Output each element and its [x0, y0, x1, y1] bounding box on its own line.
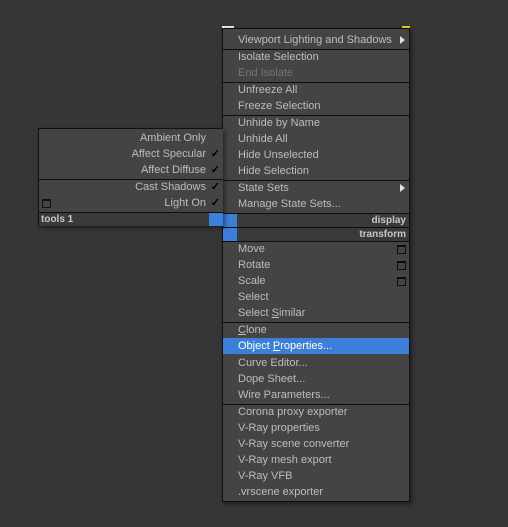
menu-item-isolate-selection[interactable]: Isolate Selection	[223, 49, 409, 65]
menu-item-label: Clone	[238, 324, 267, 336]
options-box-icon[interactable]	[397, 261, 406, 270]
menu-item-wire-parameters[interactable]: Wire Parameters...	[223, 387, 409, 403]
menu-item-manage-state-sets[interactable]: Manage State Sets...	[223, 196, 409, 212]
menu-item-affect-diffuse[interactable]: Affect Diffuse ✓	[39, 162, 223, 178]
menu-item-hide-selection[interactable]: Hide Selection	[223, 163, 409, 179]
menu-item-label: Object Properties...	[238, 340, 333, 352]
viewport-background: { "right_menu": { "groups": [ [ {"label"…	[0, 0, 508, 527]
menu-item-vray-properties[interactable]: V-Ray properties	[223, 420, 409, 436]
menu-item-label: Unhide All	[238, 133, 288, 145]
menu-item-label: Light On	[164, 197, 206, 209]
menu-item-corona-proxy-exporter[interactable]: Corona proxy exporter	[223, 404, 409, 420]
menu-item-light-on[interactable]: Light On ✓	[39, 195, 223, 211]
menu-item-label: Corona proxy exporter	[238, 406, 348, 418]
menu-item-label: Affect Specular	[131, 148, 206, 160]
menu-item-label: Affect Diffuse	[140, 164, 206, 176]
menu-item-label: V-Ray mesh export	[238, 454, 332, 466]
menu-item-label: Ambient Only	[139, 132, 206, 144]
menu-item-hide-unselected[interactable]: Hide Unselected	[223, 147, 409, 163]
menu-item-label: V-Ray scene converter	[238, 438, 350, 450]
menu-item-label: Freeze Selection	[238, 100, 321, 112]
quad-title-transform[interactable]: transform	[223, 228, 409, 241]
menu-item-label: End Isolate	[238, 67, 294, 79]
accelerator-key: S	[271, 307, 279, 319]
menu-item-viewport-lighting[interactable]: Viewport Lighting and Shadows	[223, 32, 409, 48]
submenu-arrow-icon	[400, 36, 405, 44]
menu-item-label: State Sets	[238, 182, 289, 194]
menu-item-label: Unhide by Name	[238, 117, 320, 129]
menu-item-label: V-Ray properties	[238, 422, 320, 434]
menu-item-cast-shadows[interactable]: Cast Shadows ✓	[39, 179, 223, 195]
quad-title-label: display	[371, 215, 406, 226]
menu-item-object-properties[interactable]: Object Properties...	[223, 338, 409, 354]
accelerator-key: C	[238, 324, 246, 336]
accelerator-key: P	[272, 340, 281, 352]
checkmark-icon: ✓	[210, 197, 220, 209]
menu-item-label: Scale	[238, 275, 266, 287]
menu-item-unfreeze-all[interactable]: Unfreeze All	[223, 82, 409, 98]
menu-item-label: Unfreeze All	[238, 84, 298, 96]
checkmark-icon: ✓	[210, 148, 220, 160]
menu-item-label: Hide Unselected	[238, 149, 319, 161]
submenu-arrow-icon	[400, 184, 405, 192]
options-box-icon[interactable]	[42, 199, 51, 208]
menu-item-vrscene-exporter[interactable]: .vrscene exporter	[223, 484, 409, 500]
options-box-icon[interactable]	[397, 277, 406, 286]
quad-color-swatch	[223, 214, 237, 227]
menu-item-unhide-all[interactable]: Unhide All	[223, 131, 409, 147]
menu-item-move[interactable]: Move	[223, 241, 409, 257]
menu-item-label: Wire Parameters...	[238, 389, 330, 401]
menu-item-rotate[interactable]: Rotate	[223, 257, 409, 273]
quad-title-tools-1[interactable]: tools 1	[39, 213, 223, 226]
checkmark-icon: ✓	[210, 181, 220, 193]
menu-item-label: Manage State Sets...	[238, 198, 341, 210]
menu-item-label: Select Similar	[238, 307, 306, 319]
menu-item-ambient-only[interactable]: Ambient Only	[39, 130, 223, 146]
options-box-icon[interactable]	[397, 245, 406, 254]
quad-title-label: tools 1	[41, 214, 74, 225]
menu-item-affect-specular[interactable]: Affect Specular ✓	[39, 146, 223, 162]
quad-color-swatch	[209, 213, 223, 226]
menu-item-vray-vfb[interactable]: V-Ray VFB	[223, 468, 409, 484]
menu-item-label: Rotate	[238, 259, 271, 271]
quad-title-display[interactable]: display	[223, 214, 409, 227]
menu-item-unhide-by-name[interactable]: Unhide by Name	[223, 115, 409, 131]
menu-item-end-isolate: End Isolate	[223, 65, 409, 81]
quad-menu-right: Viewport Lighting and Shadows Isolate Se…	[222, 28, 410, 502]
menu-item-label: Dope Sheet...	[238, 373, 306, 385]
checkmark-icon: ✓	[210, 164, 220, 176]
menu-item-label: Curve Editor...	[238, 357, 308, 369]
menu-item-label: V-Ray VFB	[238, 470, 293, 482]
menu-item-dope-sheet[interactable]: Dope Sheet...	[223, 371, 409, 387]
menu-item-label: Hide Selection	[238, 165, 309, 177]
menu-item-scale[interactable]: Scale	[223, 273, 409, 289]
quad-title-label: transform	[359, 229, 406, 240]
menu-item-vray-mesh-export[interactable]: V-Ray mesh export	[223, 452, 409, 468]
menu-item-clone[interactable]: Clone	[223, 322, 409, 338]
menu-item-label: .vrscene exporter	[238, 486, 323, 498]
menu-item-freeze-selection[interactable]: Freeze Selection	[223, 98, 409, 114]
menu-item-label: Isolate Selection	[238, 51, 319, 63]
menu-item-curve-editor[interactable]: Curve Editor...	[223, 355, 409, 371]
quad-color-swatch	[223, 228, 237, 241]
menu-item-label: Select	[238, 291, 269, 303]
menu-item-select[interactable]: Select	[223, 289, 409, 305]
menu-item-state-sets[interactable]: State Sets	[223, 180, 409, 196]
menu-item-label: Move	[238, 243, 265, 255]
quad-menu-left: Ambient Only Affect Specular ✓ Affect Di…	[38, 128, 223, 226]
menu-item-label: Cast Shadows	[135, 181, 206, 193]
menu-item-label: Viewport Lighting and Shadows	[238, 34, 392, 46]
menu-item-select-similar[interactable]: Select Similar	[223, 305, 409, 321]
menu-item-vray-scene-converter[interactable]: V-Ray scene converter	[223, 436, 409, 452]
